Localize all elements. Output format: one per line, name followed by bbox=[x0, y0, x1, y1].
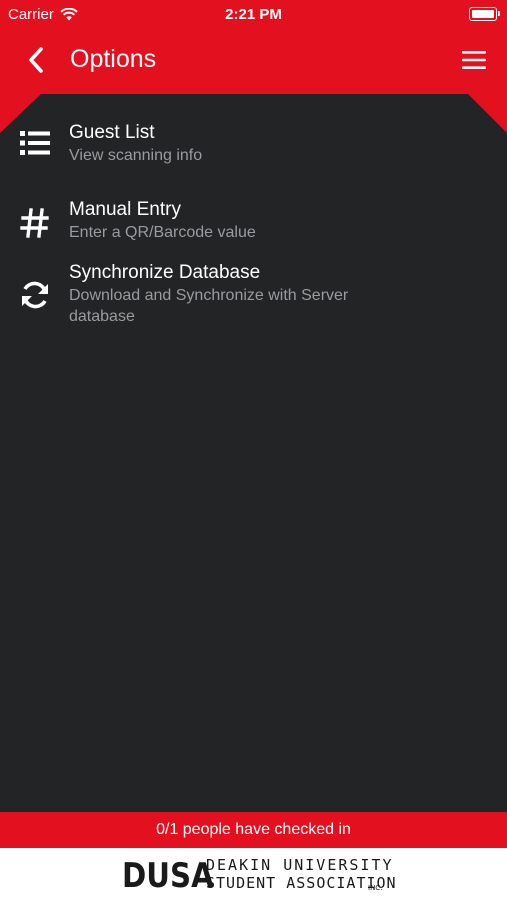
status-bar: Carrier 2:21 PM bbox=[0, 0, 507, 28]
battery-icon bbox=[469, 7, 500, 21]
option-guest-list[interactable]: Guest List View scanning info bbox=[0, 112, 507, 184]
option-subtitle: Enter a QR/Barcode value bbox=[69, 224, 256, 241]
logo-line1: DEAKIN UNIVERSITY bbox=[206, 856, 394, 874]
dusa-logo: DUSA DEAKIN UNIVERSITY STUDENT ASSOCIATI… bbox=[0, 848, 507, 900]
checked-in-status: 0/1 people have checked in bbox=[0, 812, 507, 848]
option-subtitle: Download and Synchronize with Server dat… bbox=[69, 287, 349, 325]
hash-icon bbox=[20, 208, 49, 238]
option-title: Guest List bbox=[69, 122, 155, 143]
logo-suffix: INC. bbox=[368, 884, 383, 892]
nav-bar: Options bbox=[0, 28, 507, 94]
back-button[interactable] bbox=[20, 44, 52, 76]
menu-button[interactable] bbox=[461, 48, 487, 72]
page-title: Options bbox=[70, 45, 157, 73]
option-manual-entry[interactable]: Manual Entry Enter a QR/Barcode value bbox=[0, 188, 507, 260]
option-subtitle: View scanning info bbox=[69, 147, 203, 164]
hamburger-icon bbox=[462, 51, 486, 69]
option-title: Manual Entry bbox=[69, 199, 181, 220]
option-title: Synchronize Database bbox=[69, 262, 261, 283]
list-icon bbox=[20, 131, 50, 155]
options-list: Guest List View scanning info Manual Ent… bbox=[0, 112, 507, 350]
chevron-left-icon bbox=[29, 47, 43, 73]
option-synchronize-database[interactable]: Synchronize Database Download and Synchr… bbox=[0, 260, 507, 350]
sync-icon bbox=[22, 281, 48, 309]
logo-acronym: DUSA bbox=[122, 856, 214, 896]
clock: 2:21 PM bbox=[225, 6, 282, 23]
